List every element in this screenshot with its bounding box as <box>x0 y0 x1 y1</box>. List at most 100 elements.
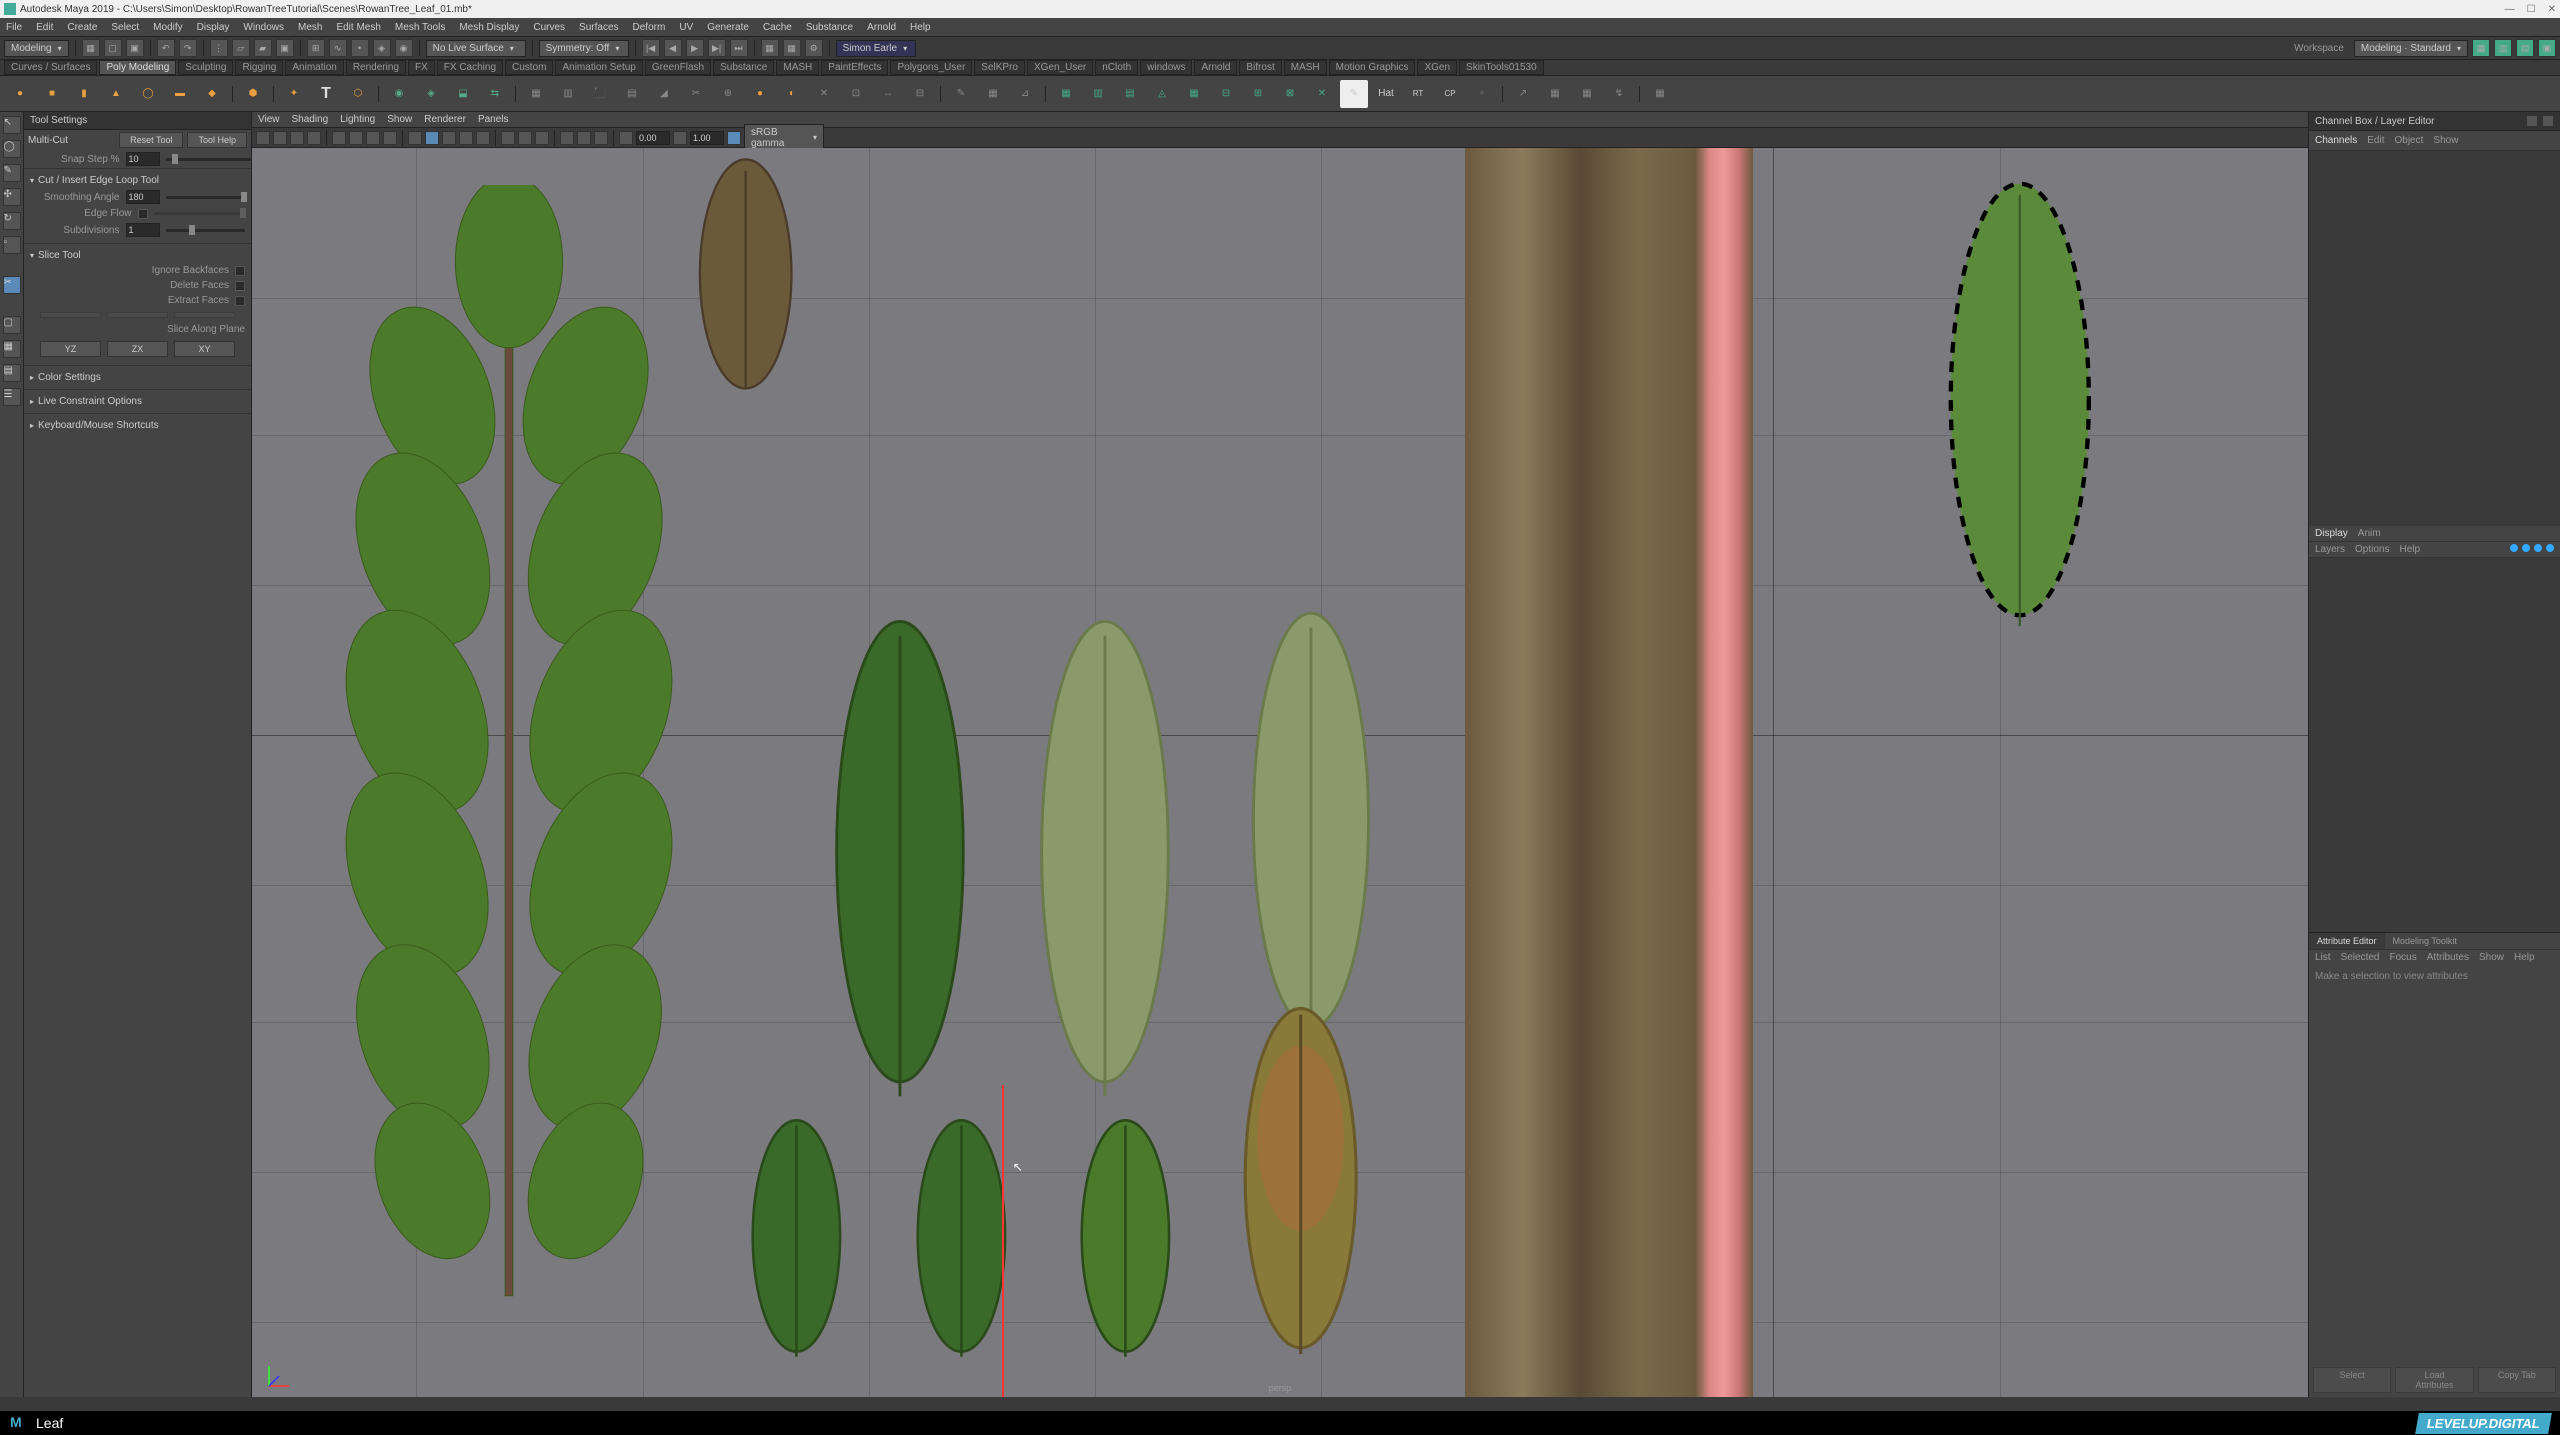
shelf-tab-poly-modeling[interactable]: Poly Modeling <box>99 60 176 75</box>
workspace-icon-4[interactable]: ▣ <box>2538 39 2556 57</box>
menu-file[interactable]: File <box>6 22 22 33</box>
cb-tab-object[interactable]: Object <box>2395 135 2424 146</box>
user-dropdown[interactable]: Simon Earle <box>836 40 916 57</box>
unlock-icon[interactable]: ↯ <box>1605 80 1633 108</box>
lasso-tool-icon[interactable]: ◯ <box>3 140 21 158</box>
shelf-tab-animation[interactable]: Animation <box>285 60 343 75</box>
section-keyboard-header[interactable]: Keyboard/Mouse Shortcuts <box>30 420 245 431</box>
vp-bookmark-icon[interactable] <box>290 131 304 145</box>
snap-point-icon[interactable]: • <box>351 39 369 57</box>
vp-grid-icon[interactable] <box>332 131 346 145</box>
snap-live-icon[interactable]: ◉ <box>395 39 413 57</box>
poly-type-icon[interactable]: T <box>312 80 340 108</box>
snap-step-slider[interactable] <box>166 158 252 161</box>
redo-icon[interactable]: ↷ <box>179 39 197 57</box>
layer-menu-options[interactable]: Options <box>2355 544 2389 555</box>
extract-faces-checkbox[interactable] <box>235 296 245 306</box>
shelf-tab-bifrost[interactable]: Bifrost <box>1239 60 1281 75</box>
poly-disc-icon[interactable]: ◆ <box>198 80 226 108</box>
vp-shaded-icon[interactable] <box>425 131 439 145</box>
cb-icon-2[interactable] <box>2542 115 2554 127</box>
shelf-tab-arnold[interactable]: Arnold <box>1194 60 1237 75</box>
select-button[interactable]: Select <box>2313 1367 2391 1393</box>
layer-dot-1[interactable] <box>2510 544 2518 552</box>
vp-resolution-gate-icon[interactable] <box>366 131 380 145</box>
sculpt-icon[interactable]: ✎ <box>947 80 975 108</box>
tool-help-button[interactable]: Tool Help <box>187 132 247 148</box>
workspace-icon-2[interactable]: ▥ <box>2494 39 2512 57</box>
vp-gate-mask-icon[interactable] <box>383 131 397 145</box>
menu-edit-mesh[interactable]: Edit Mesh <box>336 22 380 33</box>
shelf-tab-custom[interactable]: Custom <box>505 60 553 75</box>
vp-menu-view[interactable]: View <box>258 114 280 125</box>
outliner-icon[interactable]: ☰ <box>3 388 21 406</box>
attr-editor-tab[interactable]: Attribute Editor <box>2309 933 2385 949</box>
render-settings-icon[interactable]: ⚙ <box>805 39 823 57</box>
menu-substance[interactable]: Substance <box>806 22 853 33</box>
menu-windows[interactable]: Windows <box>243 22 284 33</box>
cb-icon-1[interactable] <box>2526 115 2538 127</box>
reset-tool-button[interactable]: Reset Tool <box>119 132 183 148</box>
vp-menu-show[interactable]: Show <box>387 114 412 125</box>
menu-select[interactable]: Select <box>111 22 139 33</box>
menu-arnold[interactable]: Arnold <box>867 22 896 33</box>
attr-menu-list[interactable]: List <box>2315 952 2331 963</box>
triangulate-icon[interactable]: ◬ <box>1148 80 1176 108</box>
poly-plane-icon[interactable]: ▬ <box>166 80 194 108</box>
crease-icon[interactable]: ⊿ <box>1011 80 1039 108</box>
retopo-icon[interactable]: ⊠ <box>1276 80 1304 108</box>
layer-menu-help[interactable]: Help <box>2399 544 2420 555</box>
vp-select-camera-icon[interactable] <box>256 131 270 145</box>
vp-exposure-icon[interactable] <box>619 131 633 145</box>
shelf-tab-substance[interactable]: Substance <box>713 60 774 75</box>
menu-deform[interactable]: Deform <box>633 22 666 33</box>
smoothing-angle-input[interactable] <box>126 190 160 204</box>
shelf-tab-fx-caching[interactable]: FX Caching <box>437 60 503 75</box>
hat-icon[interactable]: Hat <box>1372 80 1400 108</box>
poly-platonic-icon[interactable]: ⬢ <box>239 80 267 108</box>
shelf-tab-selkpro[interactable]: SelKPro <box>974 60 1025 75</box>
poly-cylinder-icon[interactable]: ▮ <box>70 80 98 108</box>
select-face-icon[interactable]: ▰ <box>254 39 272 57</box>
menu-create[interactable]: Create <box>67 22 97 33</box>
shelf-tab-painteffects[interactable]: PaintEffects <box>821 60 888 75</box>
shelf-tab-sculpting[interactable]: Sculpting <box>178 60 233 75</box>
attr-menu-help[interactable]: Help <box>2514 952 2535 963</box>
live-surface-dropdown[interactable]: No Live Surface <box>426 40 526 57</box>
workspace-icon-1[interactable]: ▦ <box>2472 39 2490 57</box>
display-tab[interactable]: Display <box>2315 528 2348 539</box>
shelf-tab-mash[interactable]: MASH <box>1284 60 1327 75</box>
shelf-tab-rigging[interactable]: Rigging <box>235 60 283 75</box>
poly-torus-icon[interactable]: ◯ <box>134 80 162 108</box>
soften-icon[interactable]: ▦ <box>1573 80 1601 108</box>
edge-flow-checkbox[interactable] <box>138 209 148 219</box>
snap-grid-icon[interactable]: ⊞ <box>307 39 325 57</box>
layer-dot-2[interactable] <box>2522 544 2530 552</box>
shelf-tab-fx[interactable]: FX <box>408 60 435 75</box>
anim-tab[interactable]: Anim <box>2358 528 2381 539</box>
menu-mesh[interactable]: Mesh <box>298 22 322 33</box>
rotate-tool-icon[interactable]: ↻ <box>3 212 21 230</box>
ignore-backfaces-checkbox[interactable] <box>235 266 245 276</box>
vp-image-plane-icon[interactable] <box>307 131 321 145</box>
close-button[interactable]: ✕ <box>2548 4 2556 15</box>
slice-xy-button[interactable]: XY <box>174 341 235 357</box>
attr-menu-focus[interactable]: Focus <box>2389 952 2416 963</box>
harden-icon[interactable]: ▦ <box>1541 80 1569 108</box>
collapse-icon[interactable]: ⊡ <box>842 80 870 108</box>
shelf-tab-mash[interactable]: MASH <box>776 60 819 75</box>
smooth-icon[interactable]: ● <box>746 80 774 108</box>
shelf-tab-polygons-user[interactable]: Polygons_User <box>890 60 972 75</box>
layer-dot-3[interactable] <box>2534 544 2542 552</box>
vp-xray-joints-icon[interactable] <box>535 131 549 145</box>
ipr-render-icon[interactable]: ▦ <box>783 39 801 57</box>
quadrangulate-icon[interactable]: ▦ <box>1180 80 1208 108</box>
svg-icon[interactable]: ⬡ <box>344 80 372 108</box>
workspace-mode-dropdown[interactable]: Modeling · Standard <box>2354 40 2468 57</box>
load-attributes-button[interactable]: Load Attributes <box>2395 1367 2473 1393</box>
select-edge-icon[interactable]: ▱ <box>232 39 250 57</box>
workspace-dropdown[interactable]: Modeling <box>4 40 69 57</box>
remesh-icon[interactable]: ⊞ <box>1244 80 1272 108</box>
attr-menu-attributes[interactable]: Attributes <box>2427 952 2469 963</box>
snap-plane-icon[interactable]: ◈ <box>373 39 391 57</box>
